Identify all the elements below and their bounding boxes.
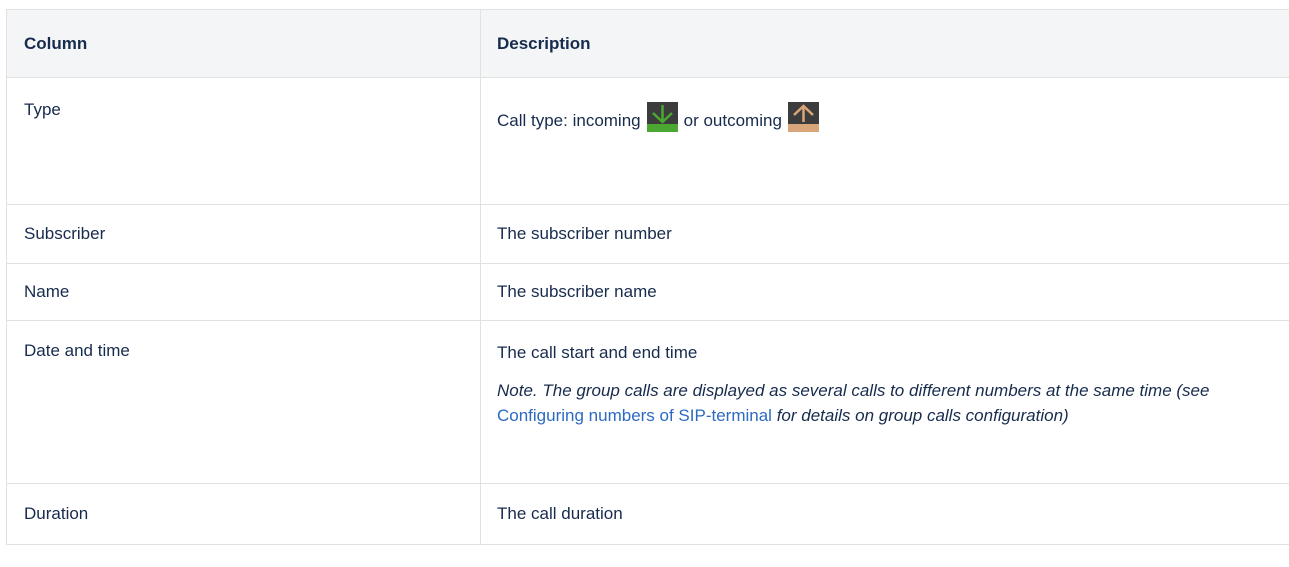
column-description-cell: The call duration — [480, 483, 1289, 545]
table-row: Subscriber The subscriber number — [6, 204, 1289, 264]
incoming-arrow-down-icon — [646, 102, 678, 132]
call-type-description: Call type: incoming or outcoming — [497, 102, 1278, 132]
table-row: Type Call type: incoming or outcoming — [6, 77, 1289, 205]
column-description-cell: The call start and end time Note. The gr… — [480, 320, 1289, 484]
column-description-cell: The subscriber name — [480, 263, 1289, 321]
table-row: Name The subscriber name — [6, 263, 1289, 321]
column-name-cell: Duration — [6, 483, 481, 545]
description-text: The call start and end time — [497, 343, 698, 362]
outgoing-arrow-up-icon — [787, 102, 819, 132]
column-name-cell: Date and time — [6, 320, 481, 484]
call-columns-table: Column Description Type Call type: incom… — [6, 9, 1289, 545]
description-header: Description — [480, 9, 1289, 78]
column-description-cell: Call type: incoming or outcoming — [480, 77, 1289, 205]
table-row: Date and time The call start and end tim… — [6, 320, 1289, 484]
group-calls-note: Note. The group calls are displayed as s… — [497, 378, 1278, 428]
column-name-cell: Subscriber — [6, 204, 481, 264]
table-row: Duration The call duration — [6, 483, 1289, 545]
note-text-before: Note. The group calls are displayed as s… — [497, 381, 1210, 400]
configuring-numbers-link[interactable]: Configuring numbers of SIP-terminal — [497, 406, 772, 425]
column-header: Column — [6, 9, 481, 78]
column-name-cell: Name — [6, 263, 481, 321]
document-page: Column Description Type Call type: incom… — [0, 0, 1289, 567]
note-text-after: for details on group calls configuration… — [771, 406, 1069, 425]
description-text: or outcoming — [683, 111, 782, 130]
column-name-cell: Type — [6, 77, 481, 205]
description-text: Call type: incoming — [497, 111, 641, 130]
table-header-row: Column Description — [6, 9, 1289, 78]
column-description-cell: The subscriber number — [480, 204, 1289, 264]
